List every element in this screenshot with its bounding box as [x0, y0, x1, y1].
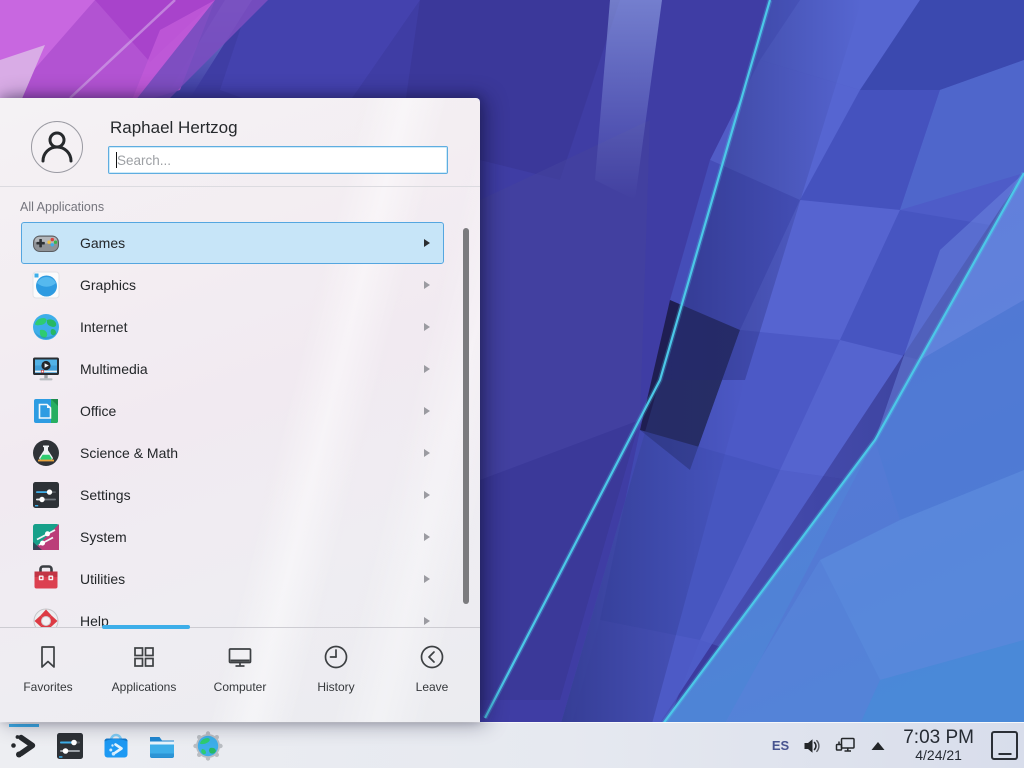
header-separator: [0, 186, 480, 187]
app-category-label: System: [80, 529, 127, 545]
tab-computer[interactable]: Computer: [192, 642, 288, 694]
app-category-help[interactable]: Help: [21, 600, 444, 627]
app-category-settings[interactable]: Settings: [21, 474, 444, 516]
app-category-label: Graphics: [80, 277, 136, 293]
app-category-label: Internet: [80, 319, 127, 335]
internet-icon: [30, 311, 62, 343]
web-browser-icon[interactable]: [192, 730, 224, 762]
chevron-right-icon: [424, 407, 430, 415]
launcher-active-indicator: [9, 724, 39, 727]
app-category-label: Multimedia: [80, 361, 148, 377]
person-icon: [35, 125, 79, 169]
discover-icon[interactable]: [100, 730, 132, 762]
system-settings-icon[interactable]: [54, 730, 86, 762]
list-scrollbar[interactable]: [463, 228, 469, 604]
tab-label: Leave: [416, 680, 449, 694]
launcher-footer: Favorites Applications: [0, 627, 480, 722]
utilities-icon: [30, 563, 62, 595]
app-category-internet[interactable]: Internet: [21, 306, 444, 348]
office-icon: [30, 395, 62, 427]
leave-icon: [417, 642, 447, 672]
tab-favorites[interactable]: Favorites: [0, 642, 96, 694]
favorites-icon: [33, 642, 63, 672]
digital-clock[interactable]: 7:03 PM 4/24/21: [903, 728, 974, 763]
tab-label: Favorites: [23, 680, 72, 694]
app-category-science-math[interactable]: Science & Math: [21, 432, 444, 474]
games-icon: [30, 227, 62, 259]
history-icon: [321, 642, 351, 672]
desktop: Raphael Hertzog All Applications: [0, 0, 1024, 768]
app-category-list: Games Graphics: [21, 222, 444, 627]
graphics-icon: [30, 269, 62, 301]
app-category-label: Utilities: [80, 571, 125, 587]
user-name: Raphael Hertzog: [110, 118, 238, 138]
app-category-label: Settings: [80, 487, 131, 503]
applications-icon: [129, 642, 159, 672]
show-desktop-button[interactable]: [991, 731, 1018, 760]
tab-history[interactable]: History: [288, 642, 384, 694]
app-category-label: Science & Math: [80, 445, 178, 461]
clock-date: 4/24/21: [903, 748, 974, 763]
caret-up-icon[interactable]: [870, 740, 886, 752]
tab-label: Computer: [214, 680, 267, 694]
app-category-games[interactable]: Games: [21, 222, 444, 264]
search-input[interactable]: [108, 146, 448, 174]
tab-applications[interactable]: Applications: [96, 642, 192, 694]
chevron-right-icon: [424, 491, 430, 499]
app-category-system[interactable]: System: [21, 516, 444, 558]
system-tray: ES 7:03 PM 4/24/21: [772, 723, 1018, 768]
chevron-right-icon: [424, 323, 430, 331]
file-manager-icon[interactable]: [146, 730, 178, 762]
chevron-right-icon: [424, 365, 430, 373]
chevron-right-icon: [424, 617, 430, 625]
text-caret: [116, 152, 117, 168]
user-avatar: [31, 121, 83, 173]
app-category-graphics[interactable]: Graphics: [21, 264, 444, 306]
volume-icon[interactable]: [802, 736, 822, 756]
app-category-label: Office: [80, 403, 116, 419]
computer-icon: [225, 642, 255, 672]
tab-label: History: [317, 680, 354, 694]
tab-leave[interactable]: Leave: [384, 642, 480, 694]
clock-time: 7:03 PM: [903, 728, 974, 748]
keyboard-layout-indicator[interactable]: ES: [772, 738, 789, 753]
chevron-right-icon: [424, 239, 430, 247]
section-label: All Applications: [20, 200, 104, 214]
app-category-utilities[interactable]: Utilities: [21, 558, 444, 600]
taskbar: ES 7:03 PM 4/24/21: [0, 722, 1024, 768]
chevron-right-icon: [424, 281, 430, 289]
chevron-right-icon: [424, 575, 430, 583]
application-launcher-popup: Raphael Hertzog All Applications: [0, 98, 480, 722]
launcher-header: Raphael Hertzog: [0, 98, 480, 186]
system-icon: [30, 521, 62, 553]
chevron-right-icon: [424, 533, 430, 541]
app-category-label: Games: [80, 235, 125, 251]
show-desktop-line: [998, 753, 1011, 755]
active-tab-indicator: [102, 625, 190, 629]
science-icon: [30, 437, 62, 469]
tab-label: Applications: [112, 680, 177, 694]
application-launcher-icon[interactable]: [8, 730, 40, 762]
chevron-right-icon: [424, 449, 430, 457]
app-category-multimedia[interactable]: Multimedia: [21, 348, 444, 390]
footer-separator: [0, 627, 480, 628]
app-category-office[interactable]: Office: [21, 390, 444, 432]
multimedia-icon: [30, 353, 62, 385]
network-icon[interactable]: [835, 735, 857, 757]
help-icon: [30, 605, 62, 627]
settings-icon: [30, 479, 62, 511]
